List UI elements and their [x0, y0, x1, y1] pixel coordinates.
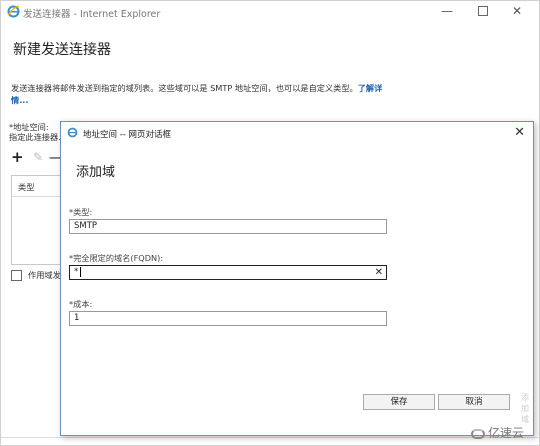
address-space-hint: 指定此连接器... — [9, 132, 66, 142]
watermark: 亿速云 — [470, 424, 524, 441]
description-text: 发送连接器将邮件发送到指定的域列表。这些域可以是 SMTP 地址空间，也可以是自… — [11, 83, 358, 93]
dialog-heading: 添加域 — [76, 165, 116, 180]
dialog-title: 地址空间 -- 网页对话框 — [83, 130, 172, 140]
window-title: 发送连接器 - Internet Explorer — [23, 9, 161, 20]
edit-pencil-icon[interactable]: ✎ — [33, 150, 43, 165]
save-button[interactable]: 保存 — [363, 394, 435, 410]
address-space-label: *地址空间: 指定此连接器... — [9, 122, 66, 142]
footer-divider — [1, 437, 540, 438]
dialog-titlebar: 地址空间 -- 网页对话框 ✕ — [61, 122, 533, 144]
page-title: 新建发送连接器 — [13, 42, 111, 58]
add-address-space-button[interactable]: + — [11, 150, 24, 165]
window-titlebar: 发送连接器 - Internet Explorer — ✕ — [1, 1, 539, 23]
address-space-label-text: *地址空间: — [9, 122, 49, 132]
close-button[interactable]: ✕ — [505, 3, 529, 19]
table-header-divider — [12, 196, 67, 197]
fqdn-label: *完全限定的域名(FQDN): — [69, 253, 164, 263]
cost-input[interactable]: 1 — [69, 311, 387, 326]
clear-input-icon[interactable]: ✕ — [375, 266, 383, 279]
connector-description: 发送连接器将邮件发送到指定的域列表。这些域可以是 SMTP 地址空间，也可以是自… — [11, 82, 391, 106]
type-field[interactable]: SMTP — [69, 219, 387, 234]
cost-label: *成本: — [69, 299, 93, 309]
type-value: SMTP — [74, 221, 98, 231]
side-text: 添 加 域 — [521, 393, 529, 424]
minimize-button[interactable]: — — [435, 3, 459, 19]
internet-explorer-icon — [67, 127, 78, 138]
fqdn-value: * — [74, 267, 79, 277]
address-space-dialog: 地址空间 -- 网页对话框 ✕ 添加域 *类型: SMTP *完全限定的域名(F… — [60, 121, 534, 436]
dialog-close-button[interactable]: ✕ — [514, 125, 525, 140]
maximize-button[interactable] — [471, 3, 495, 19]
internet-explorer-icon — [7, 5, 20, 18]
address-space-table[interactable]: 类型 — [11, 175, 67, 265]
maximize-icon — [478, 6, 488, 16]
type-label: *类型: — [69, 207, 93, 217]
watermark-text: 亿速云 — [487, 426, 524, 440]
scoped-send-connector-checkbox[interactable] — [11, 270, 22, 281]
text-caret — [80, 266, 82, 277]
cloud-logo-icon — [470, 428, 485, 439]
cancel-button[interactable]: 取消 — [438, 394, 510, 410]
fqdn-input[interactable]: * ✕ — [69, 265, 387, 280]
cost-value: 1 — [74, 313, 80, 323]
column-header-type[interactable]: 类型 — [18, 181, 34, 193]
